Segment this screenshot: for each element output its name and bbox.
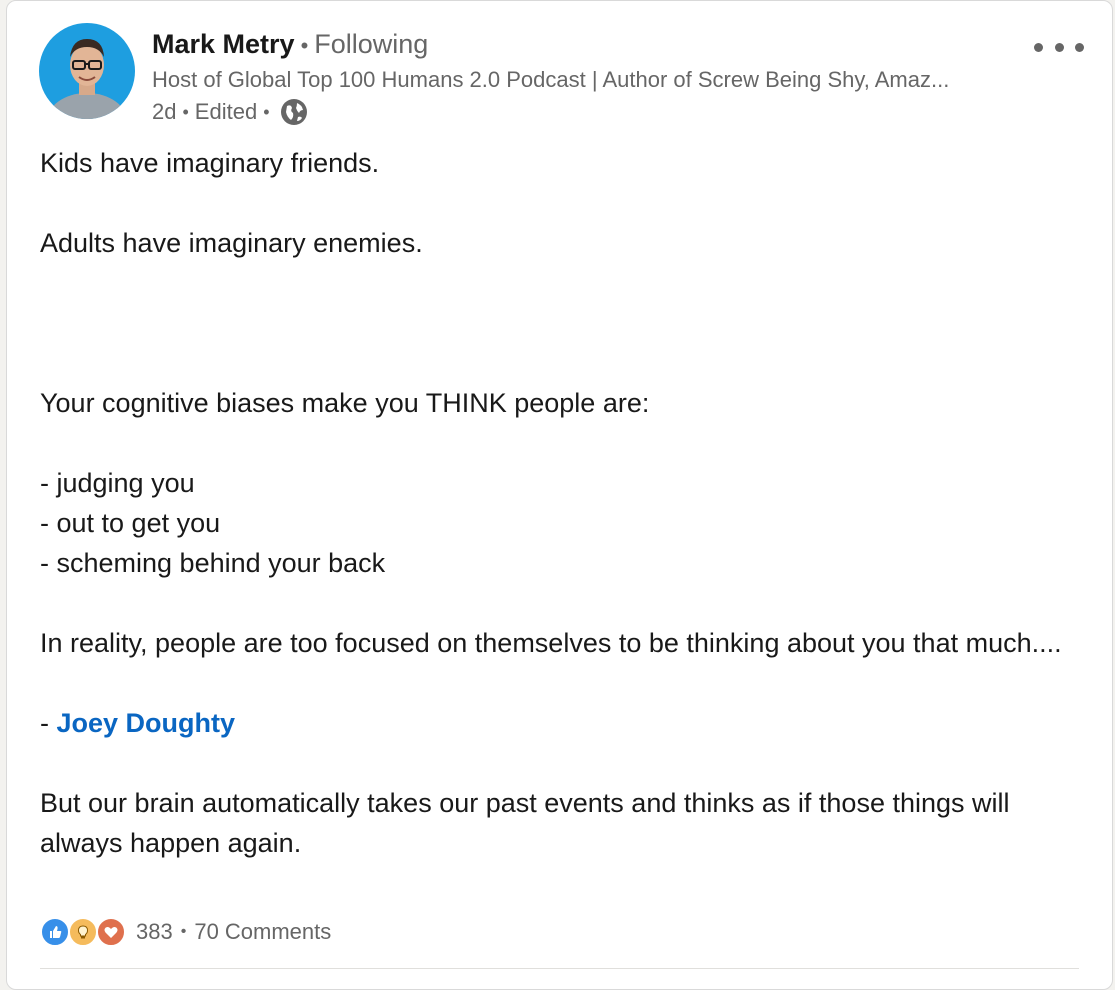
post-text-line: But our brain automatically takes our pa… xyxy=(40,788,1010,858)
post-header: Mark Metry • Following Host of Global Top … xyxy=(39,23,1088,125)
post-text-line: Adults have imaginary enemies. xyxy=(40,228,423,258)
post-card: Mark Metry • Following Host of Global Top … xyxy=(6,0,1113,990)
follow-status: Following xyxy=(314,29,429,59)
love-icon xyxy=(96,917,126,947)
post-text-line: Your cognitive biases make you THINK peo… xyxy=(40,388,650,418)
social-counts: 383 • 70 Comments xyxy=(40,917,331,947)
more-dot xyxy=(1054,42,1064,52)
author-name[interactable]: Mark Metry xyxy=(152,29,295,59)
author-meta: Mark Metry • Following Host of Global Top … xyxy=(152,27,1008,127)
author-headline: Host of Global Top 100 Humans 2.0 Podcas… xyxy=(152,67,950,92)
post-bullet: - out to get you xyxy=(40,508,221,538)
reaction-icons[interactable] xyxy=(40,917,126,947)
post-text-line: Kids have imaginary friends. xyxy=(40,148,380,178)
mention-link[interactable]: Joey Doughty xyxy=(57,708,236,738)
quote-prefix: - xyxy=(40,708,57,738)
more-dot xyxy=(1034,42,1043,52)
comments-count-link[interactable]: 70 Comments xyxy=(194,919,331,945)
separator-dot: • xyxy=(263,102,270,122)
more-dot xyxy=(1075,42,1084,52)
separator-dot: • xyxy=(300,33,309,58)
more-options-button[interactable] xyxy=(1034,37,1084,57)
author-avatar[interactable] xyxy=(39,23,135,119)
post-time: 2d xyxy=(152,99,177,124)
globe-icon[interactable] xyxy=(280,98,308,126)
post-time-line: 2d • Edited • xyxy=(152,97,1008,127)
post-bullet: - scheming behind your back xyxy=(40,548,386,578)
separator-dot: • xyxy=(180,923,187,940)
author-name-line: Mark Metry • Following xyxy=(152,27,1008,63)
post-bullet: - judging you xyxy=(40,468,195,498)
separator-dot: • xyxy=(182,102,189,122)
quote-attribution: - Joey Doughty xyxy=(40,703,1062,743)
post-body: Kids have imaginary friends. Adults have… xyxy=(40,143,1062,863)
like-icon xyxy=(40,917,70,947)
reaction-count[interactable]: 383 xyxy=(136,919,173,945)
divider xyxy=(40,968,1079,969)
post-text-line: In reality, people are too focused on th… xyxy=(40,628,1062,658)
insightful-icon xyxy=(68,917,98,947)
edited-label: Edited xyxy=(194,99,258,124)
